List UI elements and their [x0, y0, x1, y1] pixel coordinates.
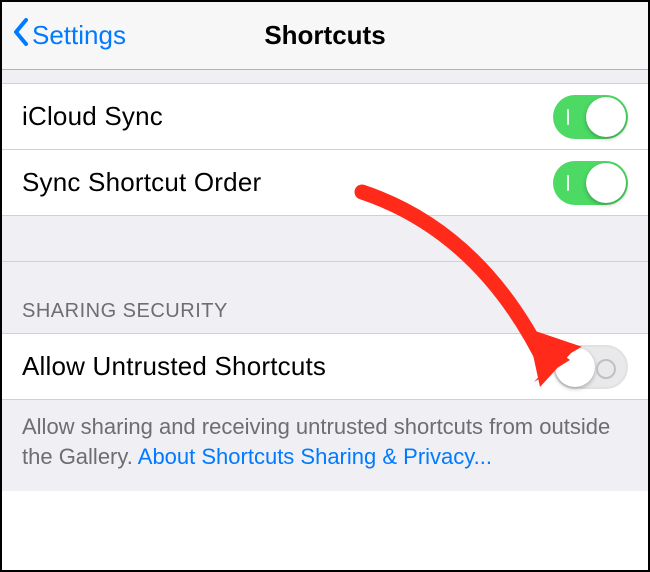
sync-order-toggle[interactable]: [553, 161, 628, 205]
sharing-footer: Allow sharing and receiving untrusted sh…: [2, 400, 648, 491]
section-gap-mid: [2, 216, 648, 262]
navbar: Settings Shortcuts: [2, 2, 648, 70]
allow-untrusted-label: Allow Untrusted Shortcuts: [22, 351, 326, 382]
toggle-knob: [586, 163, 626, 203]
about-sharing-privacy-link[interactable]: About Shortcuts Sharing & Privacy...: [138, 444, 492, 469]
chevron-left-icon: [12, 17, 30, 54]
back-button[interactable]: Settings: [12, 2, 126, 69]
allow-untrusted-toggle[interactable]: [553, 345, 628, 389]
sync-order-label: Sync Shortcut Order: [22, 167, 261, 198]
sync-order-row: Sync Shortcut Order: [2, 150, 648, 216]
icloud-sync-toggle[interactable]: [553, 95, 628, 139]
toggle-knob: [555, 347, 595, 387]
toggle-knob: [586, 97, 626, 137]
allow-untrusted-row: Allow Untrusted Shortcuts: [2, 334, 648, 400]
back-label: Settings: [32, 20, 126, 51]
icloud-sync-row: iCloud Sync: [2, 84, 648, 150]
sharing-security-header: SHARING SECURITY: [2, 262, 648, 334]
icloud-sync-label: iCloud Sync: [22, 101, 163, 132]
section-gap-top: [2, 70, 648, 84]
